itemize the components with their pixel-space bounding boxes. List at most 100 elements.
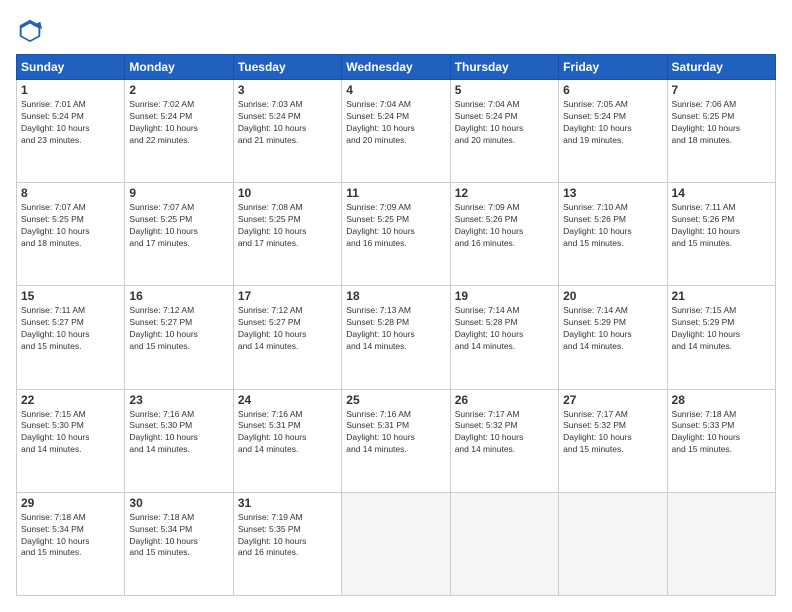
day-number: 29 <box>21 496 120 510</box>
day-info: Sunrise: 7:11 AM Sunset: 5:27 PM Dayligh… <box>21 305 120 353</box>
day-info: Sunrise: 7:04 AM Sunset: 5:24 PM Dayligh… <box>346 99 445 147</box>
calendar-header-wednesday: Wednesday <box>342 55 450 80</box>
calendar-cell: 15 Sunrise: 7:11 AM Sunset: 5:27 PM Dayli… <box>17 286 125 389</box>
calendar-cell: 29 Sunrise: 7:18 AM Sunset: 5:34 PM Dayli… <box>17 492 125 595</box>
calendar-cell: 18 Sunrise: 7:13 AM Sunset: 5:28 PM Dayli… <box>342 286 450 389</box>
calendar-cell: 16 Sunrise: 7:12 AM Sunset: 5:27 PM Dayli… <box>125 286 233 389</box>
day-number: 15 <box>21 289 120 303</box>
day-info: Sunrise: 7:18 AM Sunset: 5:34 PM Dayligh… <box>21 512 120 560</box>
day-number: 30 <box>129 496 228 510</box>
calendar-cell: 27Sunrise: 7:17 AM Sunset: 5:32 PM Dayli… <box>559 389 667 492</box>
day-info: Sunrise: 7:12 AM Sunset: 5:27 PM Dayligh… <box>238 305 337 353</box>
calendar-week-3: 15 Sunrise: 7:11 AM Sunset: 5:27 PM Dayli… <box>17 286 776 389</box>
day-number: 17 <box>238 289 337 303</box>
day-info: Sunrise: 7:16 AM Sunset: 5:30 PM Dayligh… <box>129 409 228 457</box>
calendar-cell: 21 Sunrise: 7:15 AM Sunset: 5:29 PM Dayli… <box>667 286 775 389</box>
day-number: 23 <box>129 393 228 407</box>
day-number: 7 <box>672 83 771 97</box>
day-info: Sunrise: 7:13 AM Sunset: 5:28 PM Dayligh… <box>346 305 445 353</box>
day-info: Sunrise: 7:07 AM Sunset: 5:25 PM Dayligh… <box>129 202 228 250</box>
calendar-cell <box>450 492 558 595</box>
calendar-header-sunday: Sunday <box>17 55 125 80</box>
calendar-cell: 9 Sunrise: 7:07 AM Sunset: 5:25 PM Daylig… <box>125 183 233 286</box>
calendar-cell: 20Sunrise: 7:14 AM Sunset: 5:29 PM Dayli… <box>559 286 667 389</box>
day-info: Sunrise: 7:03 AM Sunset: 5:24 PM Dayligh… <box>238 99 337 147</box>
day-number: 9 <box>129 186 228 200</box>
day-number: 27 <box>563 393 662 407</box>
calendar-header-row: SundayMondayTuesdayWednesdayThursdayFrid… <box>17 55 776 80</box>
day-number: 12 <box>455 186 554 200</box>
day-info: Sunrise: 7:19 AM Sunset: 5:35 PM Dayligh… <box>238 512 337 560</box>
calendar-header-friday: Friday <box>559 55 667 80</box>
calendar-week-5: 29 Sunrise: 7:18 AM Sunset: 5:34 PM Dayli… <box>17 492 776 595</box>
day-number: 31 <box>238 496 337 510</box>
day-number: 14 <box>672 186 771 200</box>
calendar-header-monday: Monday <box>125 55 233 80</box>
calendar-cell: 2 Sunrise: 7:02 AM Sunset: 5:24 PM Daylig… <box>125 80 233 183</box>
page: SundayMondayTuesdayWednesdayThursdayFrid… <box>0 0 792 612</box>
day-number: 22 <box>21 393 120 407</box>
calendar-cell: 11Sunrise: 7:09 AM Sunset: 5:25 PM Dayli… <box>342 183 450 286</box>
calendar-cell: 4 Sunrise: 7:04 AM Sunset: 5:24 PM Daylig… <box>342 80 450 183</box>
calendar-header-tuesday: Tuesday <box>233 55 341 80</box>
day-number: 2 <box>129 83 228 97</box>
day-number: 4 <box>346 83 445 97</box>
day-number: 25 <box>346 393 445 407</box>
calendar-cell: 25Sunrise: 7:16 AM Sunset: 5:31 PM Dayli… <box>342 389 450 492</box>
day-number: 24 <box>238 393 337 407</box>
day-number: 6 <box>563 83 662 97</box>
day-number: 18 <box>346 289 445 303</box>
calendar-cell: 14 Sunrise: 7:11 AM Sunset: 5:26 PM Dayli… <box>667 183 775 286</box>
calendar-cell: 13 Sunrise: 7:10 AM Sunset: 5:26 PM Dayli… <box>559 183 667 286</box>
logo <box>16 16 48 44</box>
calendar-cell: 22 Sunrise: 7:15 AM Sunset: 5:30 PM Dayli… <box>17 389 125 492</box>
day-info: Sunrise: 7:07 AM Sunset: 5:25 PM Dayligh… <box>21 202 120 250</box>
day-info: Sunrise: 7:12 AM Sunset: 5:27 PM Dayligh… <box>129 305 228 353</box>
day-info: Sunrise: 7:15 AM Sunset: 5:30 PM Dayligh… <box>21 409 120 457</box>
day-info: Sunrise: 7:17 AM Sunset: 5:32 PM Dayligh… <box>455 409 554 457</box>
day-info: Sunrise: 7:04 AM Sunset: 5:24 PM Dayligh… <box>455 99 554 147</box>
calendar-cell: 12 Sunrise: 7:09 AM Sunset: 5:26 PM Dayli… <box>450 183 558 286</box>
day-info: Sunrise: 7:18 AM Sunset: 5:34 PM Dayligh… <box>129 512 228 560</box>
calendar-cell: 3 Sunrise: 7:03 AM Sunset: 5:24 PM Daylig… <box>233 80 341 183</box>
day-info: Sunrise: 7:09 AM Sunset: 5:25 PM Dayligh… <box>346 202 445 250</box>
day-info: Sunrise: 7:06 AM Sunset: 5:25 PM Dayligh… <box>672 99 771 147</box>
calendar-cell: 5 Sunrise: 7:04 AM Sunset: 5:24 PM Daylig… <box>450 80 558 183</box>
day-number: 8 <box>21 186 120 200</box>
day-number: 5 <box>455 83 554 97</box>
day-number: 16 <box>129 289 228 303</box>
calendar-cell: 26 Sunrise: 7:17 AM Sunset: 5:32 PM Dayli… <box>450 389 558 492</box>
day-info: Sunrise: 7:02 AM Sunset: 5:24 PM Dayligh… <box>129 99 228 147</box>
day-info: Sunrise: 7:01 AM Sunset: 5:24 PM Dayligh… <box>21 99 120 147</box>
calendar-cell: 23 Sunrise: 7:16 AM Sunset: 5:30 PM Dayli… <box>125 389 233 492</box>
day-number: 19 <box>455 289 554 303</box>
day-info: Sunrise: 7:05 AM Sunset: 5:24 PM Dayligh… <box>563 99 662 147</box>
day-number: 3 <box>238 83 337 97</box>
day-info: Sunrise: 7:10 AM Sunset: 5:26 PM Dayligh… <box>563 202 662 250</box>
calendar-cell: 7 Sunrise: 7:06 AM Sunset: 5:25 PM Daylig… <box>667 80 775 183</box>
calendar-cell <box>667 492 775 595</box>
day-number: 21 <box>672 289 771 303</box>
day-info: Sunrise: 7:15 AM Sunset: 5:29 PM Dayligh… <box>672 305 771 353</box>
calendar-cell: 31 Sunrise: 7:19 AM Sunset: 5:35 PM Dayli… <box>233 492 341 595</box>
logo-icon <box>16 16 44 44</box>
calendar-cell: 17 Sunrise: 7:12 AM Sunset: 5:27 PM Dayli… <box>233 286 341 389</box>
calendar-week-4: 22 Sunrise: 7:15 AM Sunset: 5:30 PM Dayli… <box>17 389 776 492</box>
day-number: 28 <box>672 393 771 407</box>
day-info: Sunrise: 7:09 AM Sunset: 5:26 PM Dayligh… <box>455 202 554 250</box>
calendar-cell <box>342 492 450 595</box>
day-info: Sunrise: 7:16 AM Sunset: 5:31 PM Dayligh… <box>238 409 337 457</box>
day-number: 13 <box>563 186 662 200</box>
calendar-cell: 24 Sunrise: 7:16 AM Sunset: 5:31 PM Dayli… <box>233 389 341 492</box>
day-info: Sunrise: 7:18 AM Sunset: 5:33 PM Dayligh… <box>672 409 771 457</box>
day-info: Sunrise: 7:11 AM Sunset: 5:26 PM Dayligh… <box>672 202 771 250</box>
calendar-week-2: 8 Sunrise: 7:07 AM Sunset: 5:25 PM Daylig… <box>17 183 776 286</box>
calendar-header-saturday: Saturday <box>667 55 775 80</box>
header <box>16 16 776 44</box>
calendar-table: SundayMondayTuesdayWednesdayThursdayFrid… <box>16 54 776 596</box>
calendar-cell <box>559 492 667 595</box>
day-number: 26 <box>455 393 554 407</box>
calendar-cell: 10Sunrise: 7:08 AM Sunset: 5:25 PM Dayli… <box>233 183 341 286</box>
calendar-cell: 8 Sunrise: 7:07 AM Sunset: 5:25 PM Daylig… <box>17 183 125 286</box>
day-info: Sunrise: 7:14 AM Sunset: 5:28 PM Dayligh… <box>455 305 554 353</box>
